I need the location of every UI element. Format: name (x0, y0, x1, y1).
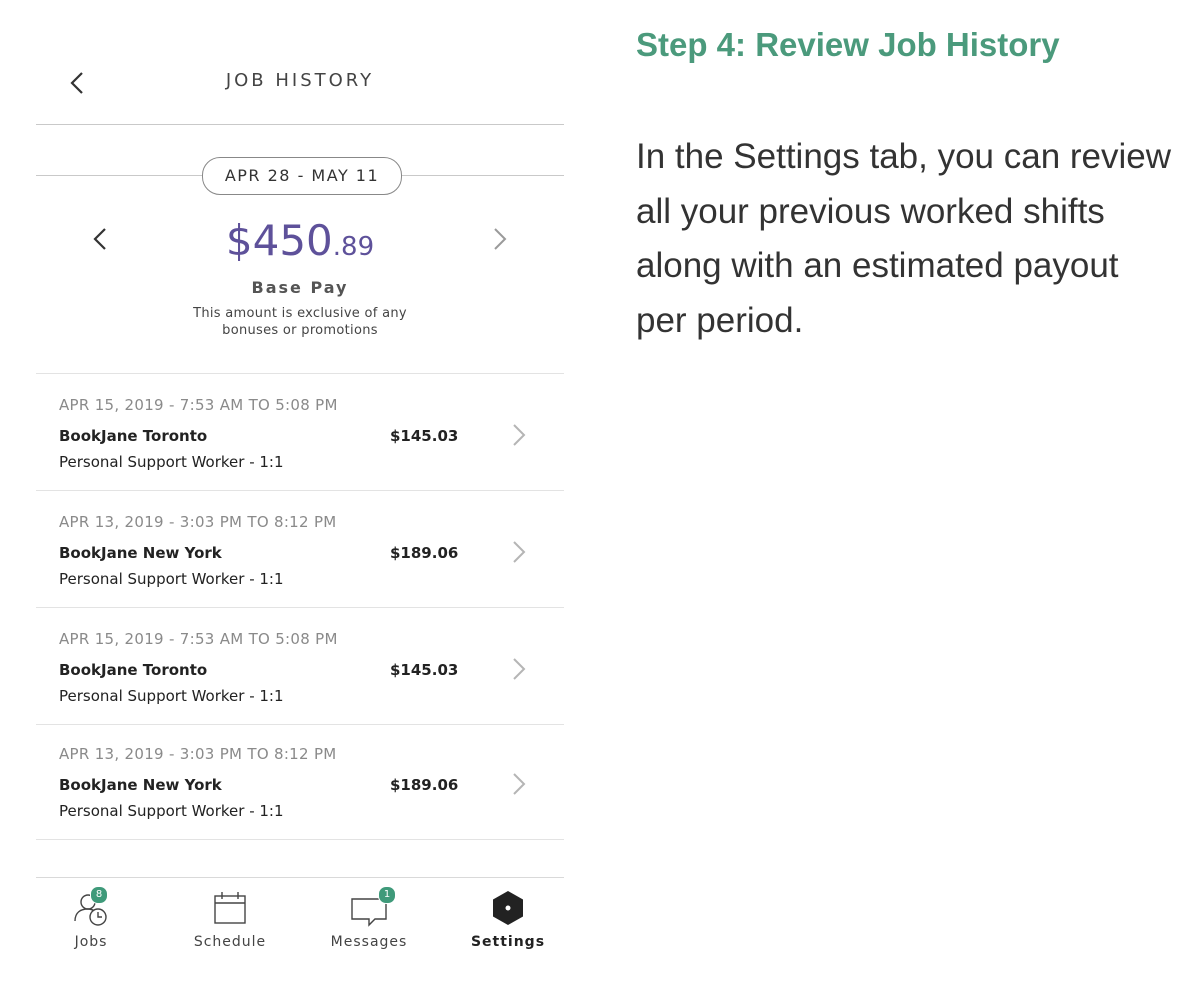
shift-amount: $189.06 (390, 776, 459, 794)
step-description: In the Settings tab, you can review all … (636, 137, 1172, 340)
shift-date: APR 15, 2019 - 7:53 AM TO 5:08 PM (59, 630, 338, 648)
shift-company: BookJane New York (59, 776, 222, 794)
chevron-right-icon (513, 773, 526, 795)
shift-row[interactable]: APR 15, 2019 - 7:53 AM TO 5:08 PM BookJa… (36, 608, 564, 725)
bottom-tab-bar: 8 Jobs Schedule 1 Messages Settings (36, 877, 564, 981)
chevron-right-icon (513, 541, 526, 563)
shift-amount: $189.06 (390, 544, 459, 562)
tab-settings[interactable]: Settings (453, 878, 563, 978)
shift-company: BookJane Toronto (59, 661, 208, 679)
shift-amount: $145.03 (390, 427, 459, 445)
tab-messages[interactable]: 1 Messages (314, 878, 424, 978)
phone-screen: JOB HISTORY APR 28 - MAY 11 $450.89 Base… (36, 0, 564, 980)
chevron-right-icon (513, 424, 526, 446)
chevron-right-icon (513, 658, 526, 680)
shift-company: BookJane Toronto (59, 427, 208, 445)
disclaimer-line-1: This amount is exclusive of any (193, 306, 407, 321)
shift-row[interactable]: APR 15, 2019 - 7:53 AM TO 5:08 PM BookJa… (36, 374, 564, 491)
tab-label: Settings (470, 934, 546, 950)
tab-label: Jobs (74, 934, 108, 950)
jobs-badge: 8 (90, 886, 108, 904)
amount-cents: .89 (332, 232, 375, 262)
shift-row[interactable]: APR 13, 2019 - 3:03 PM TO 8:12 PM BookJa… (36, 723, 564, 840)
shift-role: Personal Support Worker - 1:1 (59, 687, 284, 705)
calendar-icon (214, 892, 246, 924)
shift-company: BookJane New York (59, 544, 222, 562)
shift-row[interactable]: APR 13, 2019 - 3:03 PM TO 8:12 PM BookJa… (36, 491, 564, 608)
step-heading: Step 4: Review Job History (636, 26, 1060, 63)
shift-date: APR 13, 2019 - 3:03 PM TO 8:12 PM (59, 513, 337, 531)
base-pay-label: Base Pay (251, 278, 349, 297)
messages-badge: 1 (378, 886, 396, 904)
page-title: JOB HISTORY (225, 70, 375, 91)
shift-role: Personal Support Worker - 1:1 (59, 802, 284, 820)
pay-disclaimer: This amount is exclusive of any bonuses … (36, 305, 564, 339)
shift-amount: $145.03 (390, 661, 459, 679)
shift-date: APR 13, 2019 - 3:03 PM TO 8:12 PM (59, 745, 337, 763)
settings-hexagon-icon (493, 891, 523, 925)
shift-role: Personal Support Worker - 1:1 (59, 570, 284, 588)
amount-dollars: $450 (225, 216, 333, 265)
disclaimer-line-2: bonuses or promotions (222, 323, 378, 338)
shift-date: APR 15, 2019 - 7:53 AM TO 5:08 PM (59, 396, 338, 414)
next-period-chevron-icon[interactable] (486, 222, 514, 256)
tab-jobs[interactable]: 8 Jobs (36, 878, 146, 978)
tab-label: Messages (330, 934, 408, 950)
pay-period-pill: APR 28 - MAY 11 (202, 157, 402, 195)
header-bar: JOB HISTORY (36, 0, 564, 125)
tab-schedule[interactable]: Schedule (175, 878, 285, 978)
shift-role: Personal Support Worker - 1:1 (59, 453, 284, 471)
base-pay-amount: $450.89 (36, 216, 564, 265)
tab-label: Schedule (193, 934, 267, 950)
